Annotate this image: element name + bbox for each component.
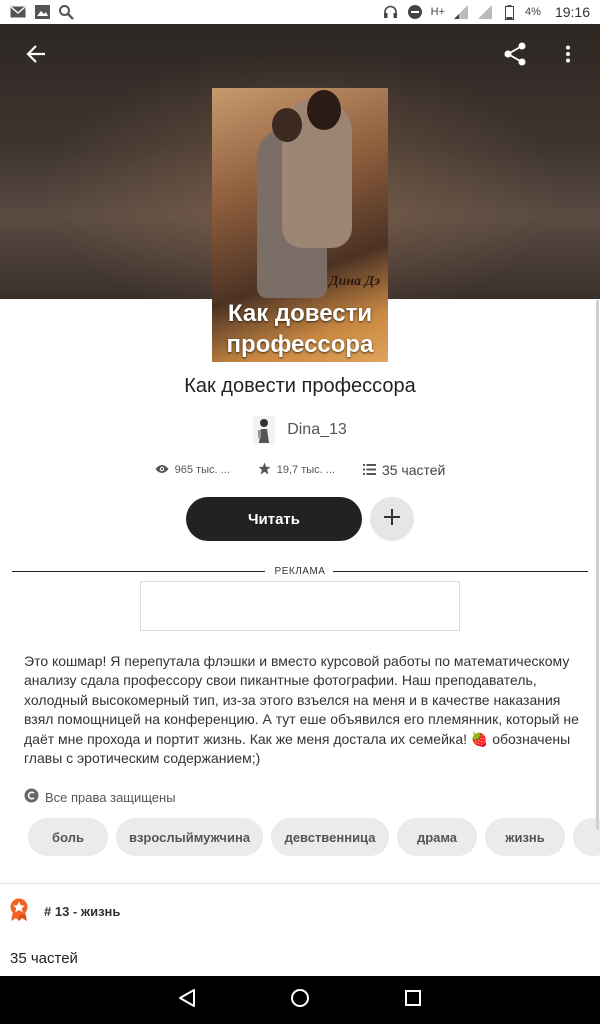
ad-divider-right (333, 571, 588, 572)
signal-secondary-icon (477, 5, 493, 19)
battery-icon (501, 4, 517, 20)
circle-home-icon (290, 988, 310, 1013)
votes-stat: 19,7 тыс. ... (258, 462, 335, 478)
nav-back-button[interactable] (167, 980, 207, 1020)
plus-icon (383, 508, 401, 531)
tag-chip[interactable]: взрослыймужчина (116, 818, 263, 856)
book-title: Как довести профессора (184, 375, 416, 397)
headphones-icon (383, 5, 399, 19)
nav-home-button[interactable] (280, 980, 320, 1020)
clock: 19:16 (554, 4, 590, 20)
signal-icon (453, 5, 469, 19)
system-nav-bar (0, 976, 600, 1024)
votes-count: 19,7 тыс. ... (276, 464, 335, 476)
section-divider (0, 883, 600, 884)
share-button[interactable] (495, 36, 535, 76)
book-cover[interactable]: Дина Дэ Как довести профессора (212, 88, 388, 362)
parts-count: 35 частей (381, 462, 446, 478)
arrow-left-icon (26, 44, 46, 68)
eye-icon (155, 464, 169, 477)
triangle-back-icon (178, 988, 196, 1013)
scrollbar[interactable] (596, 300, 599, 830)
avatar (253, 416, 276, 444)
read-button[interactable]: Читать (186, 497, 362, 541)
do-not-disturb-icon (407, 5, 423, 19)
tag-list: боль взрослыймужчина девственница драма … (28, 818, 600, 858)
star-icon (258, 462, 271, 478)
copyright-icon (24, 788, 39, 806)
share-icon (503, 42, 527, 71)
list-icon (362, 462, 376, 478)
mail-icon (10, 5, 26, 19)
author-name[interactable]: Dina_13 (287, 421, 347, 439)
battery-level: 4% (525, 6, 541, 18)
nav-recents-button[interactable] (393, 980, 433, 1020)
add-to-library-button[interactable] (370, 497, 414, 541)
ad-banner[interactable] (140, 581, 460, 631)
image-icon (34, 5, 50, 19)
copyright-row: Все права защищены (24, 788, 176, 806)
tag-chip[interactable]: боль (28, 818, 108, 856)
rank-text: # 13 - жизнь (44, 904, 121, 919)
cover-head (272, 108, 302, 142)
cover-head (307, 90, 341, 130)
views-count: 965 тыс. ... (174, 464, 230, 476)
back-button[interactable] (16, 36, 56, 76)
ad-divider-left (12, 571, 265, 572)
parts-section-title: 35 частей (10, 950, 78, 967)
search-icon (58, 5, 74, 20)
square-recents-icon (404, 989, 422, 1012)
tag-chip[interactable]: девственница (271, 818, 389, 856)
tag-chip[interactable]: драма (397, 818, 477, 856)
book-description: Это кошмар! Я перепутала флэшки и вместо… (24, 653, 579, 767)
status-bar-right: H+ 4% 19:16 (383, 4, 590, 20)
rank-badge-icon (8, 898, 30, 925)
status-bar-left (10, 5, 74, 20)
author-row[interactable]: Dina_13 (0, 416, 600, 444)
network-type: H+ (430, 6, 446, 18)
copyright-text: Все права защищены (45, 789, 176, 805)
status-bar: H+ 4% 19:16 (0, 0, 600, 24)
views-stat: 965 тыс. ... (155, 464, 230, 477)
cover-title: Как довести профессора (226, 300, 374, 358)
rank-row[interactable]: # 13 - жизнь (8, 898, 120, 925)
tag-chip[interactable]: жизнь (485, 818, 565, 856)
ad-label: РЕКЛАМА (274, 566, 326, 577)
parts-stat: 35 частей (362, 462, 446, 478)
more-button[interactable] (548, 36, 588, 76)
more-vertical-icon (565, 45, 571, 68)
cover-author: Дина Дэ (329, 274, 380, 289)
book-stats: 965 тыс. ... 19,7 тыс. ... 35 частей (0, 462, 600, 478)
